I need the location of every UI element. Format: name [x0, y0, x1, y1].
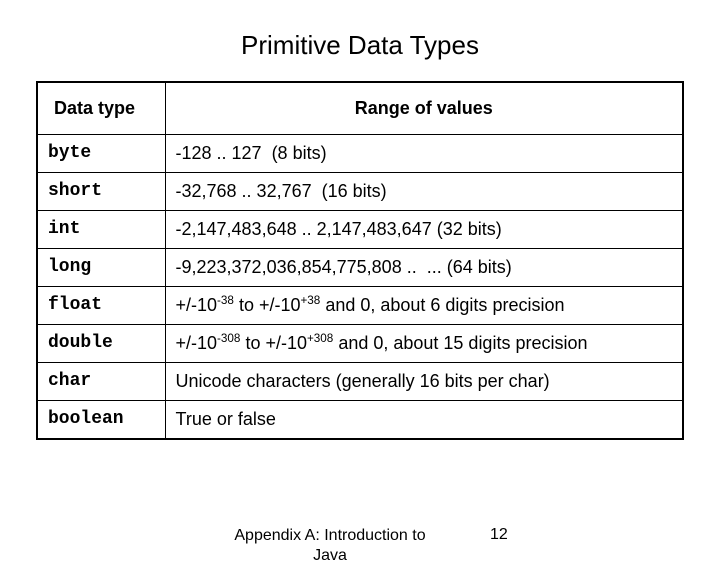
slide-title: Primitive Data Types: [0, 0, 720, 81]
footer-page-number: 12: [490, 526, 508, 544]
table-row: float+/-10-38 to +/-10+38 and 0, about 6…: [37, 286, 683, 324]
type-cell: boolean: [37, 400, 165, 439]
table-row: booleanTrue or false: [37, 400, 683, 439]
range-cell: -2,147,483,648 .. 2,147,483,647 (32 bits…: [165, 210, 683, 248]
range-cell: -32,768 .. 32,767 (16 bits): [165, 172, 683, 210]
table-row: charUnicode characters (generally 16 bit…: [37, 362, 683, 400]
table-header-row: Data type Range of values: [37, 82, 683, 134]
header-data-type: Data type: [37, 82, 165, 134]
range-cell: -128 .. 127 (8 bits): [165, 134, 683, 172]
type-cell: char: [37, 362, 165, 400]
table-row: short-32,768 .. 32,767 (16 bits): [37, 172, 683, 210]
type-cell: double: [37, 324, 165, 362]
range-cell: +/-10-308 to +/-10+308 and 0, about 15 d…: [165, 324, 683, 362]
table-row: long-9,223,372,036,854,775,808 .. ... (6…: [37, 248, 683, 286]
range-cell: Unicode characters (generally 16 bits pe…: [165, 362, 683, 400]
table-container: Data type Range of values byte-128 .. 12…: [0, 81, 720, 440]
table-row: int-2,147,483,648 .. 2,147,483,647 (32 b…: [37, 210, 683, 248]
type-cell: long: [37, 248, 165, 286]
table-row: byte-128 .. 127 (8 bits): [37, 134, 683, 172]
range-cell: +/-10-38 to +/-10+38 and 0, about 6 digi…: [165, 286, 683, 324]
type-cell: short: [37, 172, 165, 210]
header-range: Range of values: [165, 82, 683, 134]
type-cell: float: [37, 286, 165, 324]
type-cell: int: [37, 210, 165, 248]
range-cell: -9,223,372,036,854,775,808 .. ... (64 bi…: [165, 248, 683, 286]
table-row: double+/-10-308 to +/-10+308 and 0, abou…: [37, 324, 683, 362]
type-cell: byte: [37, 134, 165, 172]
footer-appendix: Appendix A: Introduction to Java: [230, 526, 430, 566]
data-types-table: Data type Range of values byte-128 .. 12…: [36, 81, 684, 440]
range-cell: True or false: [165, 400, 683, 439]
